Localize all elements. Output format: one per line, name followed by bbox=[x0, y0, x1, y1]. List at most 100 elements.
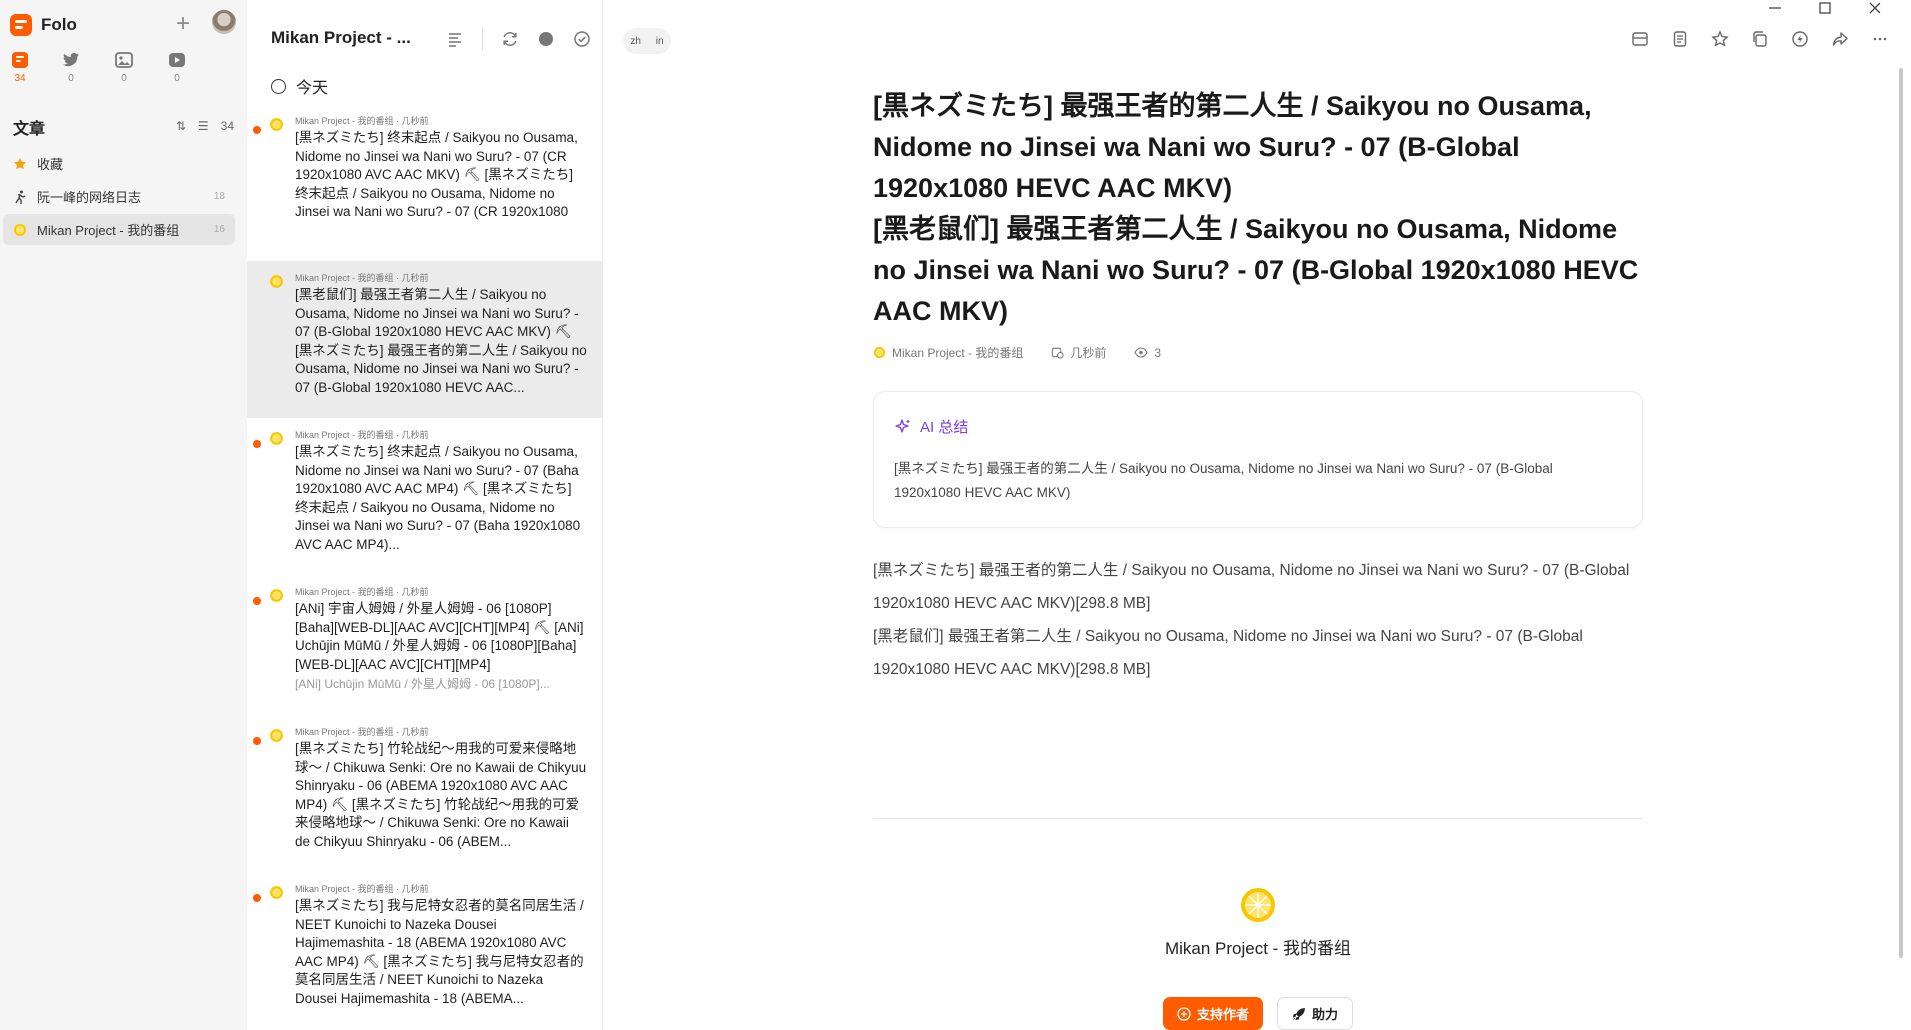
entry-text: [黒ネズミたち] 我与尼特女忍者的莫名同居生活 / NEET Kunoichi … bbox=[295, 898, 584, 1006]
list-item[interactable]: Mikan Project - 我的番组 · 几秒前 [黒ネズミたち] 终末起点… bbox=[247, 104, 602, 261]
entry-meta: Mikan Project - 我的番组 · 几秒前 bbox=[295, 587, 429, 597]
list-item[interactable]: Mikan Project - 我的番组 · 几秒前 [黒ネズミたち] 终末起点… bbox=[247, 418, 602, 575]
boost-button[interactable]: 助力 bbox=[1277, 997, 1354, 1030]
close-icon[interactable] bbox=[1867, 0, 1883, 16]
entry-content: zh in [黒ネズミたち] 最强王者的第二人生 / Saikyou no Ou… bbox=[603, 0, 1911, 1030]
mikan-icon bbox=[270, 886, 283, 899]
mikan-icon bbox=[1241, 888, 1275, 922]
app-name: Folo bbox=[41, 15, 77, 34]
more-icon[interactable] bbox=[1871, 30, 1889, 48]
sort-icon[interactable]: ⇅ bbox=[176, 119, 186, 133]
avatar[interactable] bbox=[212, 10, 236, 34]
category-header[interactable]: 文章 ⇅ ☰ 34 bbox=[13, 117, 234, 138]
view-articles[interactable]: 34 bbox=[0, 50, 40, 84]
support-author-label: 支持作者 bbox=[1196, 1007, 1249, 1022]
reader-view-icon[interactable] bbox=[1631, 30, 1649, 48]
view-pictures[interactable]: 0 bbox=[104, 50, 144, 84]
mikan-icon bbox=[270, 589, 283, 602]
videos-icon bbox=[169, 53, 185, 67]
entry-text: [黒ネズミたち] 终末起点 / Saikyou no Ousama, Nidom… bbox=[295, 130, 578, 219]
view-videos-count: 0 bbox=[174, 73, 180, 84]
view-pictures-count: 0 bbox=[121, 73, 127, 84]
calendar-clock-icon bbox=[1052, 347, 1064, 359]
ai-summary-text: [黒ネズミたち] 最强王者的第二人生 / Saikyou no Ousama, … bbox=[894, 461, 1553, 500]
mark-day-read-icon[interactable] bbox=[271, 78, 286, 94]
support-author-button[interactable]: 支持作者 bbox=[1162, 997, 1263, 1030]
feed-unread-count: 16 bbox=[213, 224, 225, 235]
list-header: Mikan Project - ... bbox=[271, 26, 591, 50]
unread-dot bbox=[253, 894, 261, 902]
category-tools: ⇅ ☰ 34 bbox=[176, 119, 234, 133]
list-item[interactable]: Mikan Project - 我的番组 · 几秒前 [ANi] 宇宙人姆姆 /… bbox=[247, 575, 602, 715]
list-item[interactable]: Mikan Project - 我的番组 · 几秒前 [黑老鼠们] 最强王者第二… bbox=[247, 261, 602, 418]
feed-item-ruanyifeng[interactable]: 阮一峰的网络日志 18 bbox=[3, 181, 235, 212]
feed-label: Mikan Project - 我的番组 bbox=[37, 223, 180, 238]
footer-feed-name[interactable]: Mikan Project - 我的番组 bbox=[873, 934, 1643, 959]
list-item[interactable]: Mikan Project - 我的番组 · 几秒前 [黒ネズミたち] 竹轮战纪… bbox=[247, 715, 602, 872]
day-label: 今天 bbox=[296, 80, 329, 97]
view-social[interactable]: 0 bbox=[51, 50, 91, 84]
entry-actions bbox=[1631, 30, 1889, 48]
running-man-icon bbox=[15, 190, 26, 204]
share-icon[interactable] bbox=[1831, 30, 1849, 48]
article-title[interactable]: [黒ネズミたち] 最强王者的第二人生 / Saikyou no Ousama, … bbox=[873, 86, 1643, 332]
divider bbox=[873, 818, 1643, 819]
unread-dot bbox=[253, 126, 261, 134]
minimize-icon[interactable] bbox=[1767, 0, 1783, 16]
article-body: [黒ネズミたち] 最强王者的第二人生 / Saikyou no Ousama, … bbox=[873, 554, 1643, 686]
article-paragraph: [黒ネズミたち] 最强王者的第二人生 / Saikyou no Ousama, … bbox=[873, 562, 1630, 612]
translate-toggle[interactable]: zh in bbox=[623, 28, 671, 54]
document-icon[interactable] bbox=[1671, 30, 1689, 48]
lang-target: in bbox=[655, 35, 664, 47]
article-time: 几秒前 bbox=[1070, 346, 1107, 360]
unread-dot bbox=[253, 440, 261, 448]
mikan-icon bbox=[873, 346, 886, 359]
unread-dot bbox=[253, 737, 261, 745]
list-tools bbox=[446, 28, 591, 50]
star-icon[interactable] bbox=[1711, 30, 1729, 48]
article-feed-name[interactable]: Mikan Project - 我的番组 bbox=[892, 344, 1023, 361]
mark-all-read-icon[interactable] bbox=[573, 30, 591, 48]
social-media-icon bbox=[63, 52, 79, 67]
article: [黒ネズミたち] 最强王者的第二人生 / Saikyou no Ousama, … bbox=[873, 86, 1643, 686]
list-view-icon[interactable] bbox=[446, 30, 464, 48]
ai-summary-card: AI 总结 [黒ネズミたち] 最强王者的第二人生 / Saikyou no Ou… bbox=[873, 391, 1643, 528]
add-feed-button[interactable]: + bbox=[176, 12, 190, 36]
entry-meta: Mikan Project - 我的番组 · 几秒前 bbox=[295, 884, 429, 894]
feed-item-starred[interactable]: 收藏 bbox=[3, 148, 235, 179]
scrollbar[interactable] bbox=[1899, 68, 1903, 958]
feed-label: 阮一峰的网络日志 bbox=[37, 190, 142, 205]
entry-text: [黑老鼠们] 最强王者第二人生 / Saikyou no Ousama, Nid… bbox=[295, 287, 587, 395]
copy-icon[interactable] bbox=[1751, 30, 1769, 48]
feed-unread-count: 18 bbox=[213, 191, 225, 202]
category-count: 34 bbox=[220, 119, 234, 133]
star-icon bbox=[14, 157, 26, 169]
filter-icon[interactable]: ☰ bbox=[198, 119, 209, 133]
mikan-icon bbox=[270, 432, 283, 445]
ai-summary-header: AI 总结 bbox=[894, 416, 1622, 437]
view-articles-count: 34 bbox=[14, 73, 26, 84]
sidebar: Folo + 34 0 0 0 文章 ⇅ ☰ 34 收藏 阮一峰的网络日志 18… bbox=[0, 0, 247, 1030]
list-item[interactable]: Mikan Project - 我的番组 · 几秒前 [黒ネズミたち] 我与尼特… bbox=[247, 872, 602, 1029]
entry-meta: Mikan Project - 我的番组 · 几秒前 bbox=[295, 116, 429, 126]
feed-item-mikan[interactable]: Mikan Project - 我的番组 16 bbox=[3, 214, 235, 245]
plus-circle-icon bbox=[1177, 1006, 1191, 1021]
entry-text: [ANi] 宇宙人姆姆 / 外星人姆姆 - 06 [1080P][Baha][W… bbox=[295, 601, 584, 672]
entry-meta: Mikan Project - 我的番组 · 几秒前 bbox=[295, 430, 429, 440]
category-title: 文章 bbox=[13, 121, 46, 138]
maximize-icon[interactable] bbox=[1817, 0, 1833, 16]
divider bbox=[482, 28, 483, 50]
refresh-icon[interactable] bbox=[501, 30, 519, 48]
boost-icon[interactable] bbox=[1791, 30, 1809, 48]
article-view-count: 3 bbox=[1154, 345, 1162, 360]
view-videos[interactable]: 0 bbox=[157, 50, 197, 84]
articles-icon bbox=[12, 52, 28, 68]
boost-label: 助力 bbox=[1312, 1007, 1339, 1022]
entry-meta: Mikan Project - 我的番组 · 几秒前 bbox=[295, 727, 429, 737]
day-group-header[interactable]: 今天 bbox=[271, 74, 328, 98]
unread-filter-icon[interactable] bbox=[537, 30, 555, 48]
brand-row: Folo + bbox=[10, 10, 238, 40]
feed-list: 收藏 阮一峰的网络日志 18 Mikan Project - 我的番组 16 bbox=[3, 148, 235, 247]
unread-dot bbox=[253, 597, 261, 605]
mikan-icon bbox=[270, 118, 283, 131]
